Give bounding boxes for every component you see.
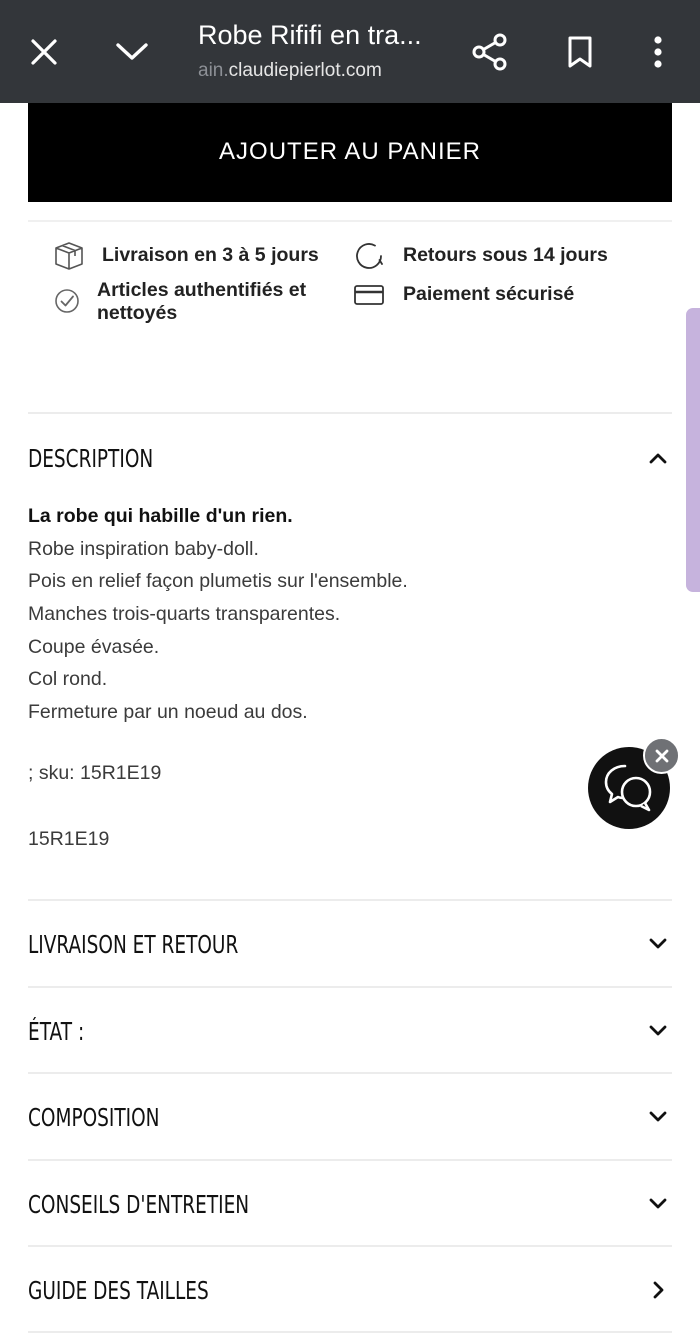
description-line: Manches trois-quarts transparentes.	[28, 603, 341, 626]
section-title: GUIDE DES TAILLES	[28, 1275, 209, 1305]
description-line: Coupe évasée.	[28, 635, 160, 658]
chevron-down-icon[interactable]	[646, 1105, 670, 1129]
browser-toolbar: Robe Rififi en tra... ain.claudiepierlot…	[0, 0, 700, 103]
chevron-down-icon[interactable]	[646, 932, 670, 956]
feature-authentic: Articles authentifiés et nettoyés	[97, 279, 306, 325]
divider	[28, 412, 672, 414]
share-icon[interactable]	[468, 30, 512, 74]
return-icon	[352, 240, 386, 272]
feature-authentic-line1: Articles authentifiés et	[97, 279, 307, 301]
section-title: CONSEILS D'ENTRETIEN	[28, 1189, 250, 1219]
card-icon	[352, 283, 386, 307]
description-text: La robe qui habille d'un rien. Robe insp…	[28, 500, 588, 729]
feature-authentic-line2: nettoyés	[97, 302, 178, 324]
section-delivery-returns[interactable]: LIVRAISON ET RETOUR	[28, 914, 672, 974]
page-url: ain.claudiepierlot.com	[198, 60, 448, 82]
close-icon[interactable]	[22, 30, 66, 74]
section-size-guide[interactable]: GUIDE DES TAILLES	[28, 1260, 672, 1320]
url-prefix: ain.	[198, 60, 229, 81]
description-line: Col rond.	[28, 668, 108, 691]
section-composition[interactable]: COMPOSITION	[28, 1087, 672, 1147]
divider	[28, 1159, 672, 1161]
description-line: Pois en relief façon plumetis sur l'ense…	[28, 570, 408, 593]
section-care-advice[interactable]: CONSEILS D'ENTRETIEN	[28, 1174, 672, 1234]
divider	[28, 220, 672, 222]
description-lead: La robe qui habille d'un rien.	[28, 505, 293, 527]
feature-secure-payment: Paiement sécurisé	[403, 283, 575, 305]
divider	[28, 1245, 672, 1247]
chat-bubbles-icon	[604, 764, 652, 812]
box-icon	[52, 240, 86, 270]
sku-line: ; sku: 15R1E19	[28, 762, 162, 784]
side-tab[interactable]	[686, 308, 700, 592]
close-icon[interactable]	[643, 737, 680, 774]
description-line: Fermeture par un noeud au dos.	[28, 701, 308, 724]
feature-delivery: Livraison en 3 à 5 jours	[102, 244, 319, 266]
add-to-cart-button[interactable]: AJOUTER AU PANIER	[28, 103, 672, 202]
section-description[interactable]: DESCRIPTION	[28, 428, 672, 488]
divider	[28, 1072, 672, 1074]
divider	[28, 986, 672, 988]
section-title: COMPOSITION	[28, 1102, 160, 1132]
section-title: LIVRAISON ET RETOUR	[28, 929, 239, 959]
section-condition[interactable]: ÉTAT :	[28, 1001, 672, 1061]
chevron-right-icon[interactable]	[646, 1278, 670, 1302]
feature-returns: Retours sous 14 jours	[403, 244, 608, 266]
section-title: DESCRIPTION	[28, 443, 154, 473]
sku-value: 15R1E19	[28, 828, 110, 850]
divider	[28, 899, 672, 901]
page-title: Robe Rififi en tra...	[198, 20, 422, 50]
section-title: ÉTAT :	[28, 1016, 85, 1046]
chevron-down-icon[interactable]	[646, 1019, 670, 1043]
check-icon	[52, 286, 82, 316]
chevron-down-icon[interactable]	[646, 1192, 670, 1216]
bookmark-icon[interactable]	[558, 30, 602, 74]
description-line: Robe inspiration baby-doll.	[28, 537, 259, 560]
url-domain: claudiepierlot.com	[228, 60, 382, 81]
more-vert-icon[interactable]	[636, 30, 680, 74]
chevron-up-icon[interactable]	[646, 446, 670, 470]
chevron-down-icon[interactable]	[110, 30, 154, 74]
